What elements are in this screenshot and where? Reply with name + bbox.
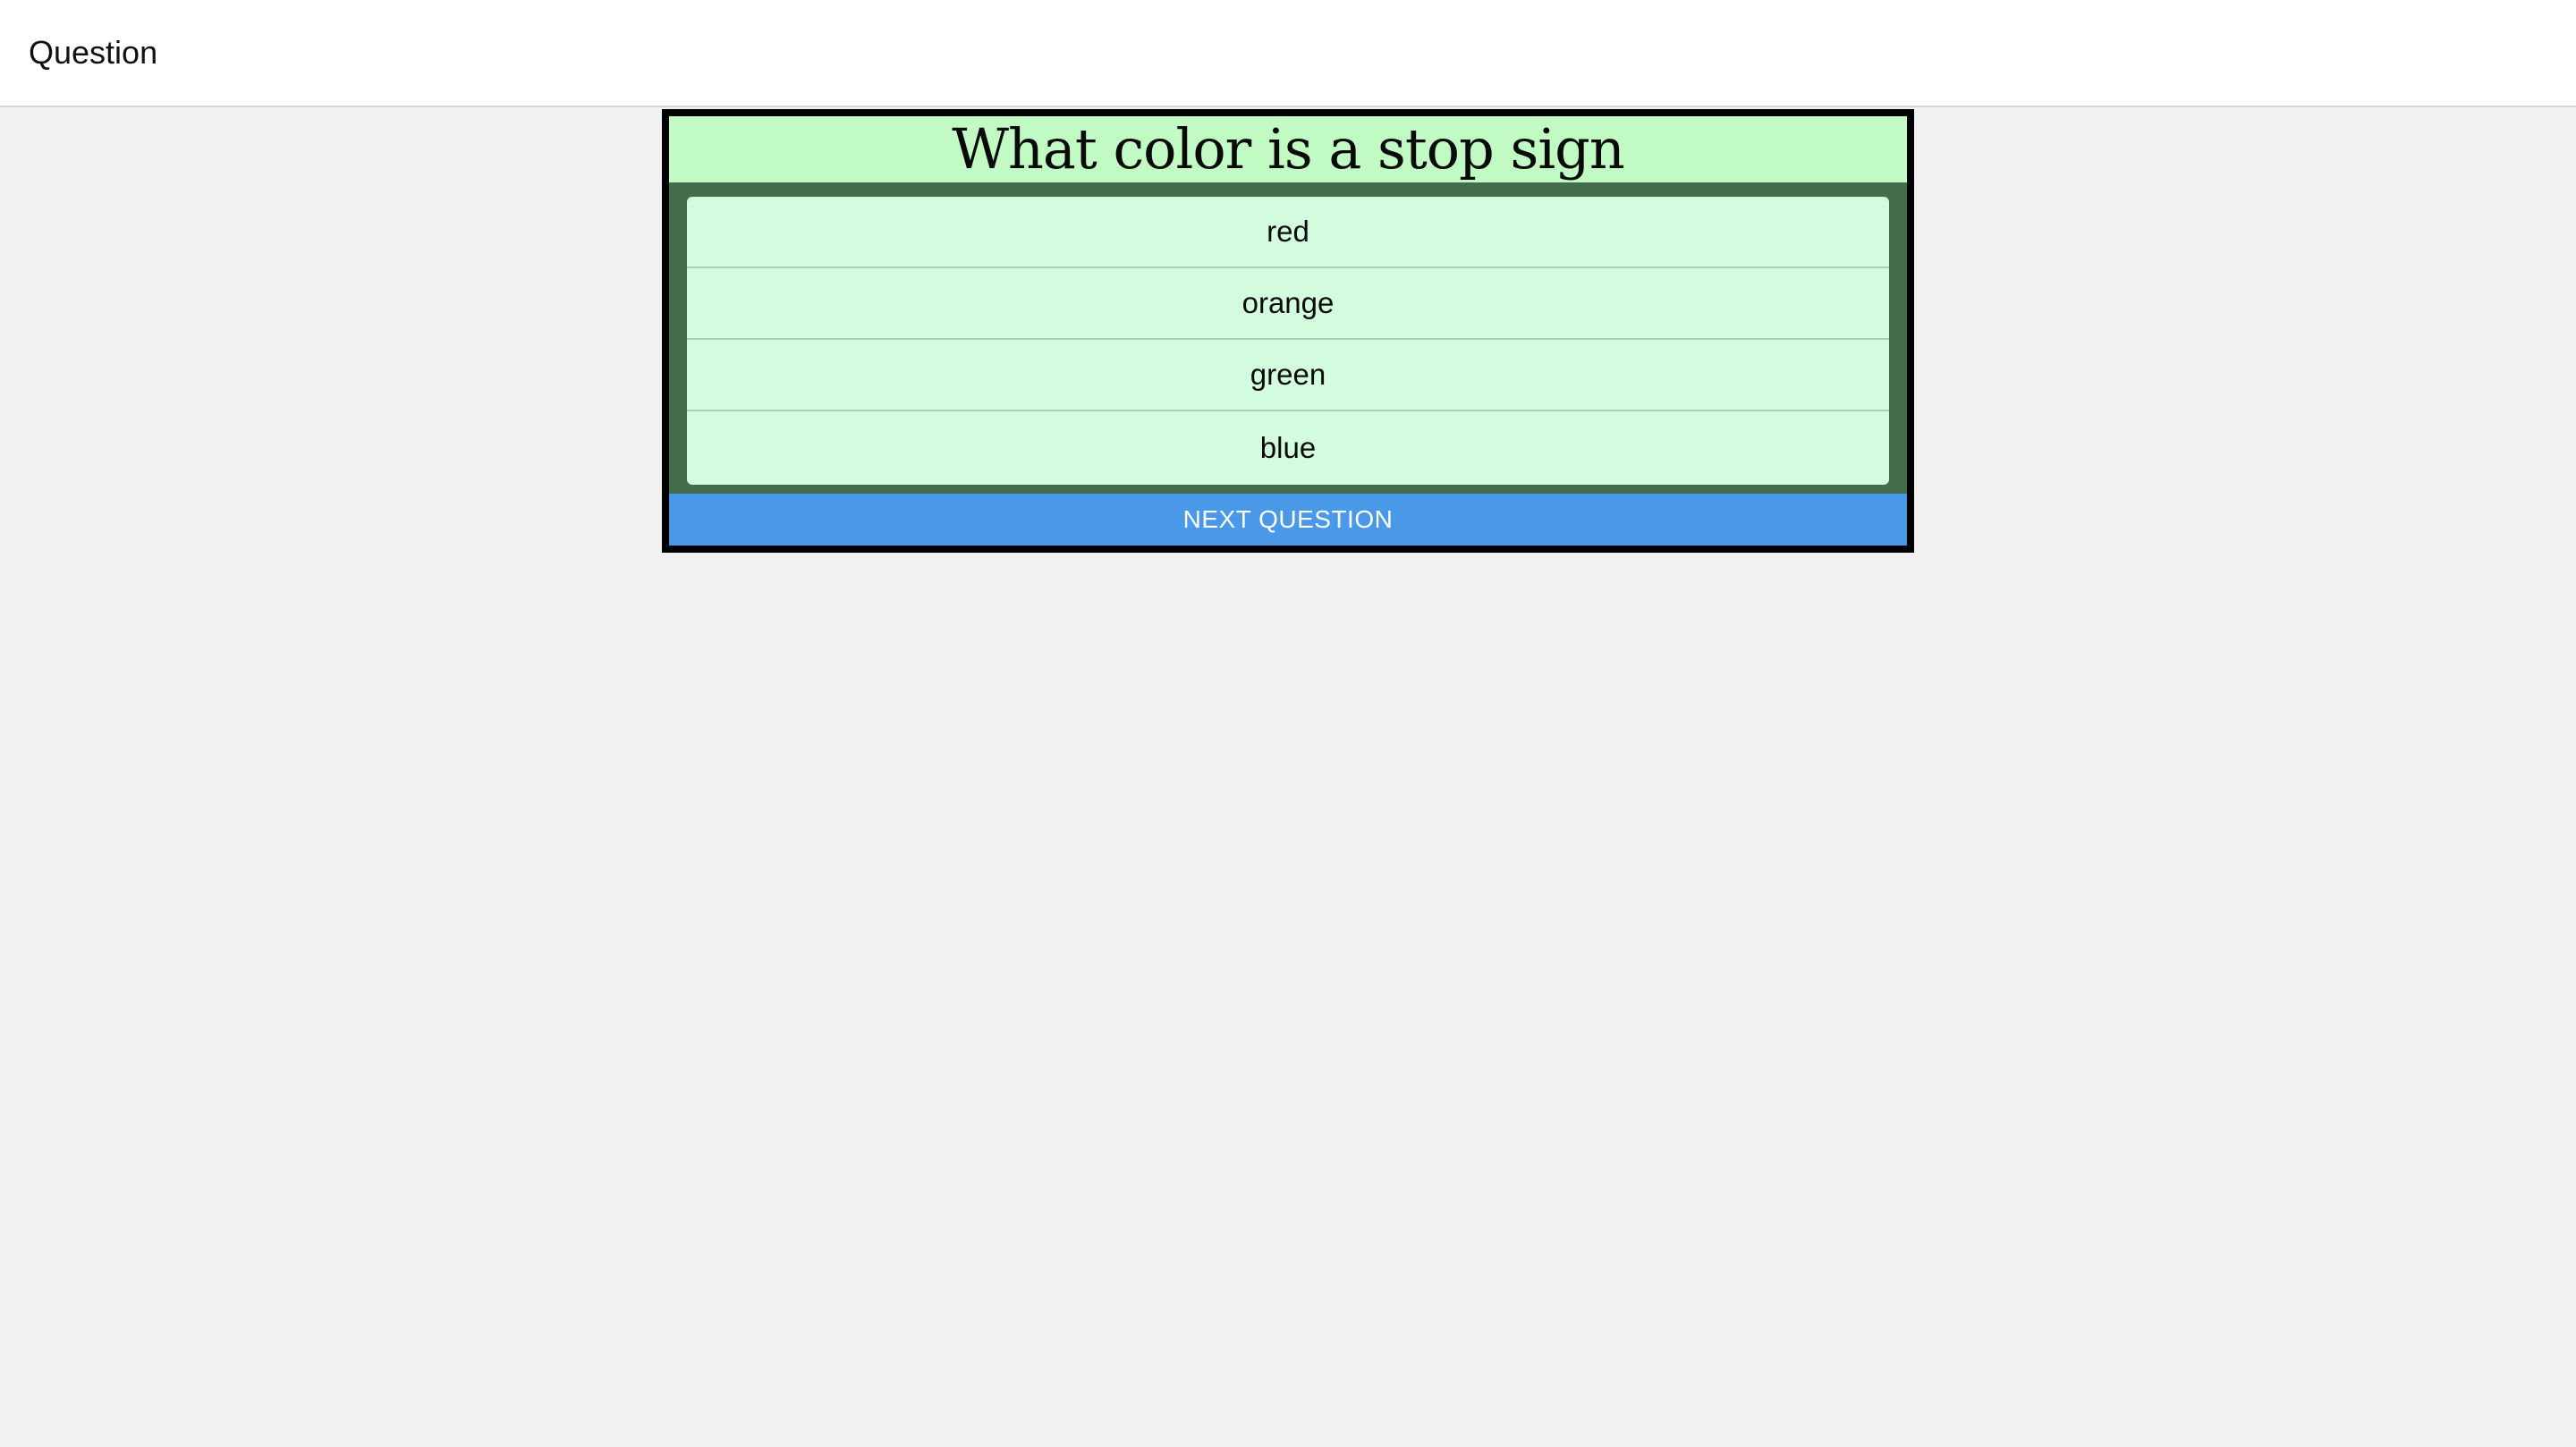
- answer-option-green[interactable]: green: [687, 340, 1889, 411]
- answer-option-orange[interactable]: orange: [687, 268, 1889, 340]
- page-title: Question: [29, 34, 158, 71]
- question-header: What color is a stop sign: [669, 116, 1907, 182]
- next-question-button[interactable]: NEXT QUESTION: [669, 494, 1907, 546]
- quiz-panel: What color is a stop sign red orange gre…: [669, 116, 1907, 546]
- answer-option-blue[interactable]: blue: [687, 411, 1889, 485]
- answer-option-red[interactable]: red: [687, 197, 1889, 268]
- top-bar: Question: [0, 0, 2576, 107]
- answer-list: red orange green blue: [687, 197, 1889, 485]
- question-text: What color is a stop sign: [952, 116, 1625, 182]
- quiz-card: What color is a stop sign red orange gre…: [662, 109, 1914, 553]
